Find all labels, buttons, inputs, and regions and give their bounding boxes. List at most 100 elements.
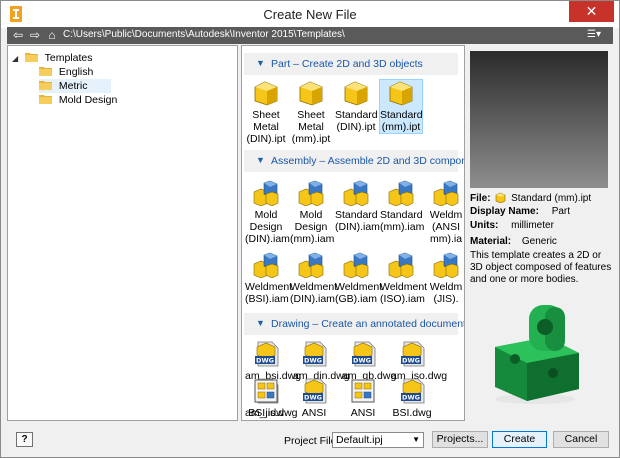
template-tile-label: Weldment (BSI).iam [245,281,293,305]
back-arrow-icon[interactable]: ⇦ [11,28,25,42]
projects-button[interactable]: Projects... [432,431,488,448]
dialog-footer: ? Project File: Default.ipj ▼ Projects..… [1,425,619,457]
template-tile-label: Standard (DIN).ipt [335,109,378,133]
assembly-icon [298,180,324,207]
dwg-icon: DWG [350,341,376,367]
template-tile[interactable]: BSI.idw [245,378,287,419]
gallery-group-header[interactable]: ▼ Assembly – Assemble 2D and 3D component… [244,150,464,172]
idw-icon [253,378,279,404]
collapse-triangle-icon[interactable]: ◢ [12,52,22,66]
template-tile[interactable]: DWG am_gb.dwg [342,341,396,382]
dwg-icon: DWG [301,378,327,404]
part-icon [496,192,506,204]
folder-icon [39,66,52,76]
template-tile[interactable]: Mold Design (mm).iam [290,180,335,245]
dwg-icon: DWG [253,341,279,367]
template-tile[interactable]: Standard (DIN).iam [335,180,380,233]
dwg-icon: DWG [301,341,327,367]
gallery-group-header[interactable]: ▼ Part – Create 2D and 3D objects [244,53,458,75]
gallery-group-header[interactable]: ▼ Drawing – Create an annotated document [244,313,464,335]
project-file-dropdown[interactable]: Default.ipj ▼ [332,432,424,448]
svg-text:DWG: DWG [353,357,371,365]
units-label: Units: [470,220,499,231]
template-tile-label: Weldm (JIS). [429,281,463,305]
template-tile[interactable]: Weldment (BSI).iam [245,252,293,305]
dwg-icon: DWG [399,378,425,404]
template-tile[interactable]: DWG am_bsi.dwg [245,341,301,382]
template-tile[interactable]: Weldment (DIN).iam [290,252,338,305]
part-icon [253,80,279,106]
template-tile[interactable]: DWG ANSI [293,378,335,419]
template-tile[interactable]: Weldm (ANSI mm).ia [425,180,464,245]
template-tile[interactable]: Mold Design (DIN).iam [245,180,290,245]
template-tile-label: Sheet Metal (DIN).ipt [246,109,286,145]
forward-arrow-icon[interactable]: ⇨ [28,28,42,42]
template-tile[interactable]: Standard (DIN).ipt [335,80,378,133]
template-tile[interactable]: Weldment (GB).iam [335,252,383,305]
tree-item-label: Mold Design [58,94,118,106]
svg-text:DWG: DWG [256,357,274,365]
tree-item-label: Templates [44,52,93,64]
material-label: Material: [470,236,512,247]
group-header-label: Assembly – Assemble 2D and 3D components [271,155,464,167]
home-icon[interactable]: ⌂ [45,28,59,42]
title-bar: Create New File ✕ [1,1,619,28]
view-options-icon[interactable]: ☰▾ [587,29,609,41]
dwg-icon: DWG [399,341,425,367]
tree-item-label: Metric [58,80,88,92]
template-tile-label: Weldm (ANSI mm).ia [429,209,463,245]
template-tile-label: Mold Design (mm).iam [290,209,335,245]
template-tile[interactable]: Standard (mm).iam [380,180,425,233]
display-name-value: Part [551,206,571,217]
template-tile[interactable]: Weldm (JIS). [425,252,464,305]
window-title: Create New File [263,7,357,22]
tree-item-english[interactable]: English [39,65,93,79]
template-tile[interactable]: DWG am_din.dwg [293,341,350,382]
assembly-icon [253,180,279,207]
template-tile-label: BSI.idw [248,407,284,419]
assembly-icon [343,180,369,207]
tree-item-label: English [58,66,94,78]
template-gallery: ▼ Part – Create 2D and 3D objects Sheet Me… [241,45,465,421]
chevron-down-icon: ▼ [412,435,420,444]
assembly-icon [253,252,279,279]
material-value: Generic [521,236,557,247]
units-value: millimeter [511,220,554,231]
part-model-thumbnail [495,305,579,404]
assembly-icon [388,180,414,207]
file-label: File: [470,193,491,204]
project-file-value: Default.ipj [336,434,383,446]
template-tile[interactable]: DWG am_iso.dwg [391,341,447,382]
part-icon [298,80,324,106]
template-tile-label: Weldment (DIN).iam [290,281,338,305]
template-tile[interactable]: Sheet Metal (mm).ipt [290,80,332,145]
collapse-triangle-icon[interactable]: ▼ [256,155,265,165]
template-tile[interactable]: ANSI [342,378,384,419]
template-tile-label: Standard (DIN).iam [335,209,380,233]
template-tile-label: Weldment (GB).iam [335,281,383,305]
create-new-file-dialog: Create New File ✕ ⇦ ⇨ ⌂ C:\Users\Public\… [0,0,620,458]
template-tile-label: ANSI [301,407,327,419]
tree-item-mold-design[interactable]: Mold Design [39,93,117,107]
tree-item-templates[interactable]: ◢ Templates [12,51,93,65]
template-tile-label: Standard (mm).iam [380,209,425,233]
collapse-triangle-icon[interactable]: ▼ [256,58,265,68]
svg-text:DWG: DWG [304,357,322,365]
cancel-button[interactable]: Cancel [553,431,609,448]
template-tile-label: ANSI [350,407,376,419]
part-icon [388,80,414,106]
create-button[interactable]: Create [492,431,547,448]
template-tile[interactable]: Sheet Metal (DIN).ipt [245,80,287,145]
template-tile[interactable]: Weldment (ISO).iam [380,252,427,305]
template-tile[interactable]: DWG BSI.dwg [391,378,433,419]
template-tile-label: BSI.dwg [392,407,432,419]
help-button[interactable]: ? [16,432,33,447]
collapse-triangle-icon[interactable]: ▼ [256,318,265,328]
svg-text:DWG: DWG [402,394,420,402]
template-preview [470,51,608,188]
tree-item-metric[interactable]: Metric [39,79,111,93]
template-tile[interactable]: Standard (mm).ipt [379,79,423,134]
close-button[interactable]: ✕ [569,1,614,22]
idw-icon [350,378,376,404]
template-tile-label: Mold Design (DIN).iam [245,209,290,245]
